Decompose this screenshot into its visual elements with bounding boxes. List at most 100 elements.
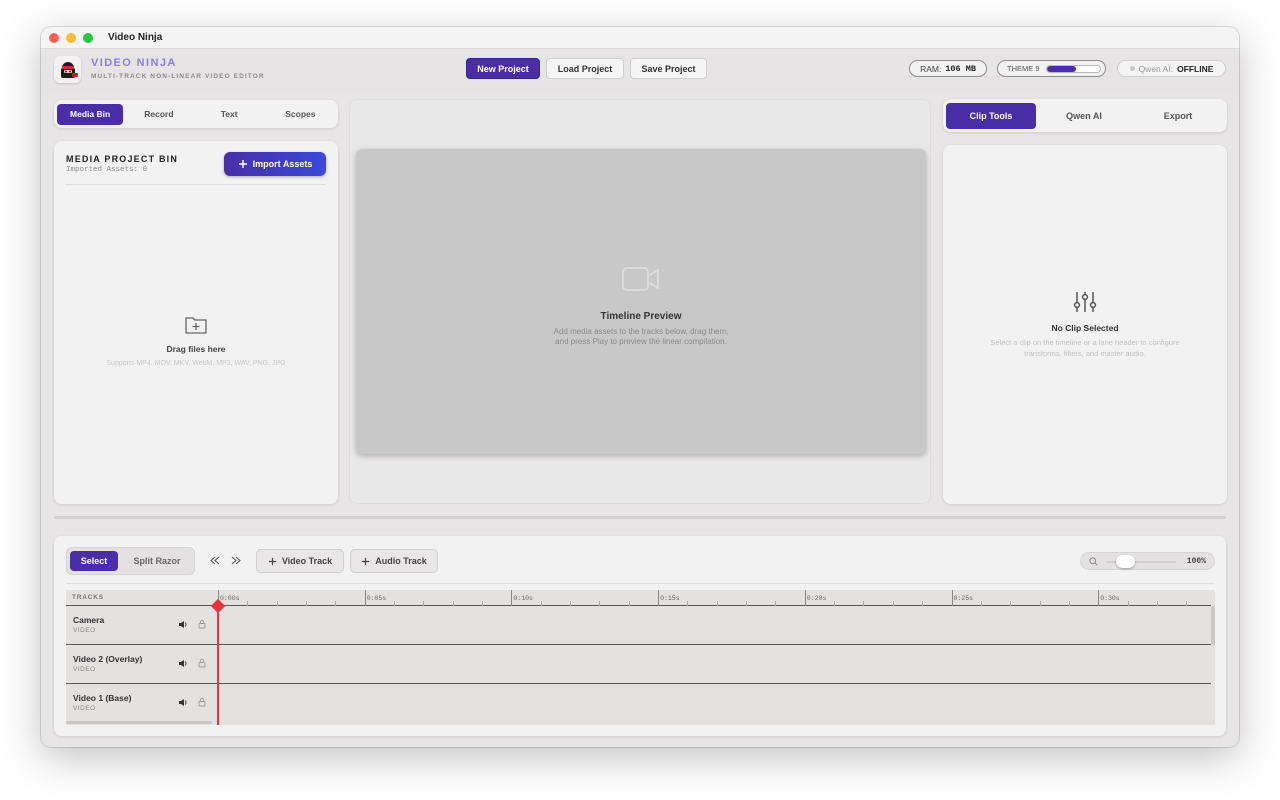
lock-icon[interactable] [198, 658, 206, 668]
import-assets-button[interactable]: Import Assets [224, 152, 326, 176]
fast-forward-icon[interactable] [231, 556, 241, 565]
title-bar: Video Ninja [41, 27, 1239, 49]
drop-zone[interactable]: Drag files here Supports MP4, MOV, MKV, … [54, 315, 338, 367]
theme-selector[interactable]: THEME 9 [997, 60, 1106, 77]
ruler-tick-label: 0:25s [953, 595, 974, 602]
search-icon [1089, 557, 1098, 566]
video-camera-icon [622, 267, 659, 291]
ruler-tick-label: 0:20s [806, 595, 827, 602]
horizontal-scrollbar[interactable] [66, 721, 212, 724]
zoom-slider-thumb[interactable] [1116, 555, 1135, 568]
preview-canvas[interactable]: Timeline Preview Add media assets to the… [356, 149, 926, 454]
brand-subtitle: MULTI-TRACK NON-LINEAR VIDEO EDITOR [91, 73, 265, 80]
add-video-track-label: Video Track [281, 556, 333, 566]
save-project-button[interactable]: Save Project [630, 58, 707, 79]
tab-record[interactable]: Record [125, 104, 192, 125]
track-name: Camera [73, 615, 105, 625]
divider [65, 184, 326, 185]
theme-label: THEME 9 [1007, 64, 1040, 73]
lock-icon[interactable] [198, 619, 206, 629]
tracks-header: TRACKS [72, 594, 104, 601]
bin-count: Imported Assets: 0 [66, 166, 148, 174]
minimize-window-button[interactable] [66, 32, 76, 43]
plus-icon [238, 160, 247, 168]
drop-title: Drag files here [166, 344, 226, 354]
split-razor-button[interactable]: Split Razor [122, 551, 192, 571]
time-ruler[interactable]: TRACKS 0:00s 0:05s 0:10s 0:15s 0:20s 0:25s 0:3… [66, 590, 1211, 606]
tab-clip-tools[interactable]: Clip Tools [946, 102, 1037, 129]
panel-resize-handle[interactable] [54, 516, 1226, 519]
theme-slider[interactable] [1045, 64, 1101, 73]
ruler-tick-label: 0:05s [366, 595, 387, 602]
track-type: VIDEO [73, 666, 96, 673]
preview-hint-line2: and press Play to preview the linear com… [555, 337, 727, 346]
brand-name: VIDEO NINJA [91, 57, 177, 69]
preview-area: Timeline Preview Add media assets to the… [349, 99, 931, 504]
import-assets-label: Import Assets [252, 159, 313, 169]
add-audio-track-button[interactable]: Audio Track [350, 549, 438, 573]
ruler-major-tick [951, 590, 953, 606]
ruler-tick-label: 0:00s [220, 595, 240, 602]
ram-indicator: RAM: 106 MB [909, 60, 987, 77]
load-project-button[interactable]: Load Project [546, 58, 624, 79]
status-dot-icon [1129, 66, 1135, 71]
track-row[interactable]: Video 1 (Base) VIDEO [66, 684, 1211, 723]
track-type: VIDEO [73, 705, 96, 712]
qwen-status: OFFLINE [1177, 63, 1214, 74]
track-name: Video 1 (Base) [73, 693, 132, 703]
new-project-button[interactable]: New Project [466, 58, 540, 79]
ruler-major-tick [804, 590, 806, 606]
speaker-icon[interactable] [178, 659, 188, 668]
preview-title: Timeline Preview [600, 311, 682, 322]
zoom-value: 100% [1186, 557, 1206, 566]
right-tab-bar: Clip Tools Qwen AI Export [943, 99, 1227, 132]
qwen-status-pill: Qwen AI: OFFLINE [1117, 60, 1226, 77]
left-tab-bar: Media Bin Record Text Scopes [54, 100, 338, 128]
clip-tools-panel: No Clip Selected Select a clip on the ti… [943, 145, 1227, 504]
ruler-major-tick [364, 590, 366, 606]
playhead[interactable] [217, 602, 219, 725]
no-clip-hint-line2: transforms, filters, and master audio. [1024, 349, 1146, 358]
track-row[interactable]: Camera VIDEO [66, 606, 1211, 645]
tab-media-bin[interactable]: Media Bin [57, 103, 124, 125]
track-type: VIDEO [73, 627, 96, 634]
tab-scopes[interactable]: Scopes [266, 104, 335, 125]
tab-text[interactable]: Text [195, 104, 264, 125]
speaker-icon[interactable] [178, 620, 188, 629]
ruler-major-tick [1098, 590, 1100, 606]
plus-icon [362, 557, 370, 565]
window-title: Video Ninja [108, 32, 163, 43]
ram-label: RAM: [920, 63, 942, 74]
tab-export[interactable]: Export [1132, 103, 1224, 129]
ruler-tick-label: 0:15s [660, 595, 680, 602]
speaker-icon[interactable] [178, 698, 188, 707]
ruler-tick-label: 0:10s [513, 595, 533, 602]
preview-hint-line1: Add media assets to the tracks below, dr… [553, 327, 729, 336]
plus-icon [268, 557, 276, 565]
ruler-major-tick [658, 590, 660, 606]
no-clip-hint-line1: Select a clip on the timeline or a lane … [990, 338, 1180, 347]
app-window: Video Ninja VIDEO NINJA MULTI-TRACK NON-… [41, 27, 1239, 747]
rewind-icon[interactable] [210, 556, 220, 565]
ruler-tick-label: 0:30s [1100, 595, 1120, 602]
ram-value: 106 MB [945, 63, 976, 74]
timeline-panel: Select Split Razor Video Track Audio Tra… [54, 536, 1226, 736]
track-row[interactable]: Video 2 (Overlay) VIDEO [66, 645, 1211, 684]
zoom-window-button[interactable] [83, 32, 93, 43]
tab-qwen-ai[interactable]: Qwen AI [1038, 103, 1130, 129]
bin-title: MEDIA PROJECT BIN [66, 154, 179, 164]
tool-mode-group: Select Split Razor [66, 547, 195, 575]
add-video-track-button[interactable]: Video Track [256, 549, 344, 573]
close-window-button[interactable] [49, 32, 59, 43]
media-bin-panel: MEDIA PROJECT BIN Imported Assets: 0 Imp… [54, 141, 338, 504]
lock-icon[interactable] [198, 697, 206, 707]
sliders-icon [1073, 292, 1097, 312]
add-audio-track-label: Audio Track [375, 556, 427, 566]
select-tool-button[interactable]: Select [70, 551, 118, 571]
zoom-control: 100% [1080, 552, 1215, 570]
ninja-logo-icon [54, 56, 81, 83]
track-area: TRACKS 0:00s 0:05s 0:10s 0:15s 0:20s 0:25s 0:3… [66, 590, 1215, 725]
no-clip-title: No Clip Selected [1051, 323, 1119, 333]
vertical-scrollbar[interactable] [1211, 606, 1215, 645]
traffic-lights [49, 32, 93, 43]
